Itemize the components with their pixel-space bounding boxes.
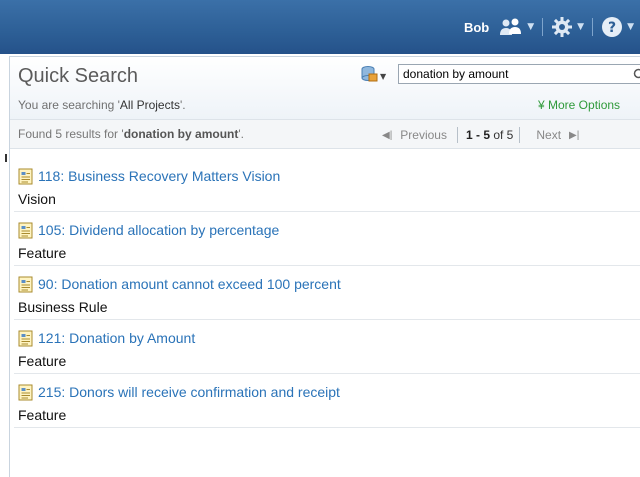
document-icon — [18, 384, 34, 405]
quick-search-panel: Quick Search ▼ — [9, 56, 640, 477]
background-mark — [5, 154, 7, 162]
previous-page-link[interactable]: Previous — [400, 128, 447, 142]
users-icon[interactable] — [499, 17, 523, 37]
search-input[interactable] — [399, 65, 637, 83]
pager-divider — [457, 127, 458, 143]
found-suffix: '. — [238, 127, 244, 141]
page-range: 1 - 5 of 5 — [466, 128, 513, 142]
result-type: Feature — [18, 407, 66, 423]
list-item[interactable]: 90: Donation amount cannot exceed 100 pe… — [14, 266, 640, 320]
users-menu-chevron-down-icon[interactable]: ▼ — [527, 22, 534, 32]
user-name[interactable]: Bob — [464, 20, 489, 35]
more-options-link[interactable]: ¥ More Options — [538, 98, 620, 112]
help-icon[interactable]: ? — [601, 16, 623, 38]
svg-text:?: ? — [608, 20, 616, 36]
database-icon[interactable] — [360, 65, 378, 87]
panel-title: Quick Search — [18, 65, 138, 88]
help-menu-chevron-down-icon[interactable]: ▼ — [627, 22, 634, 32]
pager-divider — [519, 127, 520, 143]
pagination: ◀| Previous 1 - 5 of 5 Next ▶| — [382, 127, 579, 143]
result-type: Feature — [18, 245, 66, 261]
list-item[interactable]: 121: Donation by Amount Feature — [14, 320, 640, 374]
results-list: 118: Business Recovery Matters Vision Vi… — [10, 158, 640, 428]
document-icon — [18, 330, 34, 351]
first-page-icon[interactable]: ◀| — [382, 130, 392, 141]
scope-value: All Projects — [120, 98, 180, 112]
scope-prefix: You are searching ' — [18, 98, 120, 112]
result-title-link[interactable]: 90: Donation amount cannot exceed 100 pe… — [38, 276, 341, 292]
last-page-icon[interactable]: ▶| — [569, 130, 579, 141]
list-item[interactable]: 118: Business Recovery Matters Vision Vi… — [14, 158, 640, 212]
range-total: of 5 — [490, 128, 513, 142]
background-page-edge — [0, 56, 9, 466]
list-item[interactable]: 105: Dividend allocation by percentage F… — [14, 212, 640, 266]
result-title-link[interactable]: 121: Donation by Amount — [38, 330, 195, 346]
results-summary-bar: Found 5 results for 'donation by amount'… — [10, 119, 640, 149]
results-count-text: Found 5 results for 'donation by amount'… — [18, 127, 244, 141]
found-query: donation by amount — [124, 127, 239, 141]
result-type: Vision — [18, 191, 56, 207]
user-toolbar: Bob ▼ — [464, 14, 640, 40]
search-scope-picker[interactable]: ▼ — [360, 66, 386, 86]
search-icon[interactable] — [633, 67, 640, 86]
top-banner: Bob ▼ — [0, 0, 640, 54]
result-type: Business Rule — [18, 299, 108, 315]
range-value: 1 - 5 — [466, 128, 490, 142]
result-title-link[interactable]: 215: Donors will receive confirmation an… — [38, 384, 340, 400]
search-box — [398, 64, 640, 84]
scope-suffix: '. — [180, 98, 186, 112]
gear-icon[interactable] — [551, 16, 573, 38]
next-page-link[interactable]: Next — [536, 128, 561, 142]
result-type: Feature — [18, 353, 66, 369]
toolbar-divider — [542, 18, 543, 36]
document-icon — [18, 222, 34, 243]
scope-chevron-down-icon[interactable]: ▼ — [380, 72, 386, 81]
found-prefix: Found 5 results for ' — [18, 127, 124, 141]
result-title-link[interactable]: 105: Dividend allocation by percentage — [38, 222, 279, 238]
list-item[interactable]: 215: Donors will receive confirmation an… — [14, 374, 640, 428]
toolbar-divider — [592, 18, 593, 36]
document-icon — [18, 276, 34, 297]
result-title-link[interactable]: 118: Business Recovery Matters Vision — [38, 168, 280, 184]
settings-menu-chevron-down-icon[interactable]: ▼ — [577, 22, 584, 32]
quick-search-header: Quick Search ▼ — [10, 57, 640, 119]
document-icon — [18, 168, 34, 189]
search-scope-text: You are searching 'All Projects'. — [18, 98, 186, 112]
